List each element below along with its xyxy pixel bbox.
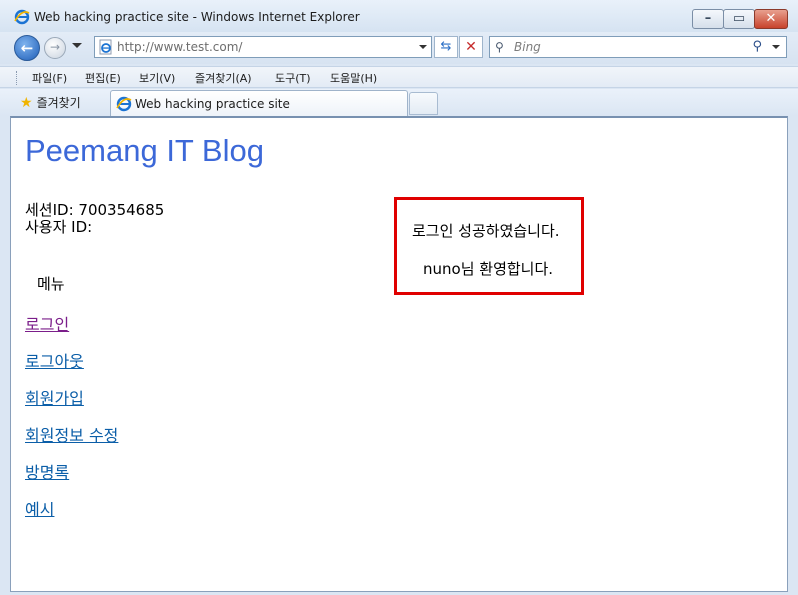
window-controls: – ▭ ✕ (692, 9, 788, 29)
menu-heading: 메뉴 (37, 275, 65, 293)
search-box[interactable]: ⚲ Bing ⚲ (489, 36, 787, 58)
session-id-line: 세션ID: 700354685 (25, 201, 165, 219)
tab-web-hacking-practice[interactable]: Web hacking practice site (110, 90, 408, 116)
search-options-dropdown[interactable] (772, 45, 780, 49)
ie-logo-icon (14, 9, 30, 29)
menu-favorites[interactable]: 즐겨찾기(A) (195, 70, 252, 86)
address-bar[interactable]: http://www.test.com/ (94, 36, 432, 58)
logout-link[interactable]: 로그아웃 (25, 348, 84, 372)
toolbar-grip[interactable] (16, 71, 19, 85)
favorites-button[interactable]: ★ 즐겨찾기 (20, 94, 81, 111)
login-link[interactable]: 로그인 (25, 311, 69, 335)
tab-label: Web hacking practice site (135, 97, 290, 111)
minimize-icon: – (704, 11, 712, 26)
search-icon[interactable]: ⚲ (752, 39, 762, 54)
notice-message: 로그인 성공하였습니다. (412, 222, 560, 240)
navigation-bar: ← → http://www.test.com/ ⇆ ✕ ⚲ Bing ⚲ (0, 32, 798, 64)
star-icon: ★ (20, 95, 33, 111)
notice-welcome: nuno님 환영합니다. (423, 260, 554, 278)
session-info: 세션ID: 700354685 사용자 ID: (25, 202, 164, 236)
close-button[interactable]: ✕ (754, 9, 788, 29)
favorites-label: 즐겨찾기 (36, 96, 81, 110)
stop-button[interactable]: ✕ (459, 36, 483, 58)
menu-tools[interactable]: 도구(T) (275, 70, 311, 86)
maximize-icon: ▭ (732, 11, 746, 26)
menu-help[interactable]: 도움말(H) (330, 70, 377, 86)
address-dropdown-icon[interactable] (419, 45, 427, 49)
tab-ie-icon (116, 96, 132, 116)
close-icon: ✕ (765, 11, 777, 26)
maximize-button[interactable]: ▭ (723, 9, 755, 29)
edit-profile-link[interactable]: 회원정보 수정 (25, 422, 118, 446)
back-button[interactable]: ← (14, 35, 40, 61)
blog-title: Peemang IT Blog (25, 133, 264, 168)
web-content: Peemang IT Blog 세션ID: 700354685 사용자 ID: … (10, 116, 788, 592)
signup-link[interactable]: 회원가입 (25, 385, 84, 409)
menu-view[interactable]: 보기(V) (139, 70, 175, 86)
refresh-icon: ⇆ (440, 39, 452, 54)
new-tab-button[interactable] (409, 92, 438, 115)
back-arrow-icon: ← (20, 39, 34, 57)
window-title: Web hacking practice site - Windows Inte… (34, 10, 360, 24)
favorites-bar: ★ 즐겨찾기 Web hacking practice site (0, 89, 798, 116)
menu-bar: 파일(F) 편집(E) 보기(V) 즐겨찾기(A) 도구(T) 도움말(H) (0, 66, 798, 88)
example-link[interactable]: 예시 (25, 496, 54, 520)
recent-pages-dropdown[interactable] (72, 43, 82, 48)
stop-icon: ✕ (465, 39, 477, 55)
minimize-button[interactable]: – (692, 9, 724, 29)
login-success-notice: 로그인 성공하였습니다. nuno님 환영합니다. (394, 197, 584, 295)
search-provider-icon: ⚲ (495, 40, 504, 54)
forward-arrow-icon: → (49, 40, 61, 54)
menu-file[interactable]: 파일(F) (32, 70, 67, 86)
refresh-button[interactable]: ⇆ (434, 36, 458, 58)
user-id-line: 사용자 ID: (25, 218, 93, 236)
address-url: http://www.test.com/ (117, 40, 243, 54)
search-placeholder: Bing (514, 40, 541, 54)
menu-edit[interactable]: 편집(E) (85, 70, 121, 86)
forward-button[interactable]: → (44, 37, 66, 59)
guestbook-link[interactable]: 방명록 (25, 459, 69, 483)
page-icon (98, 39, 114, 59)
title-bar: Web hacking practice site - Windows Inte… (0, 0, 798, 36)
